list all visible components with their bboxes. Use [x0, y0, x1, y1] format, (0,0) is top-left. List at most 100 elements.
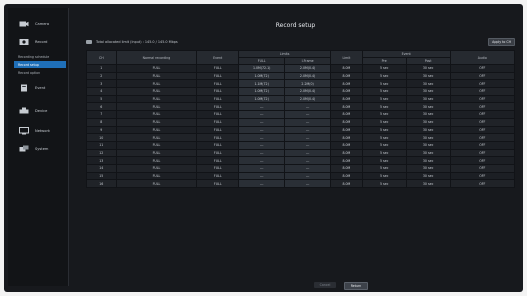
cell-limit[interactable]: 8.0M: [330, 179, 363, 188]
table-row[interactable]: 15 FULL FULL --- --- 8.0M 5 sec 30 sec OFF: [86, 171, 516, 181]
cell-pre[interactable]: 5 sec: [361, 133, 407, 142]
cell-full[interactable]: ---: [238, 117, 286, 127]
cell-limit[interactable]: 8.0M: [330, 156, 363, 165]
table-row[interactable]: 6 FULL FULL --- --- 8.0M 5 sec 30 sec OFF: [86, 102, 516, 112]
cell-normal[interactable]: FULL: [115, 64, 198, 73]
cell-post[interactable]: 30 sec: [405, 133, 451, 142]
cell-iframe[interactable]: ---: [284, 110, 332, 119]
cell-iframe[interactable]: 2.0M(0.4): [284, 94, 332, 104]
cell-pre[interactable]: 5 sec: [361, 94, 407, 104]
cell-full[interactable]: ---: [238, 148, 286, 158]
cell-limit[interactable]: 8.0M: [330, 163, 363, 173]
cell-iframe[interactable]: ---: [284, 117, 332, 127]
cell-pre[interactable]: 5 sec: [361, 179, 407, 188]
cell-audio[interactable]: OFF: [449, 94, 516, 104]
cell-limit[interactable]: 8.0M: [330, 64, 363, 73]
cell-full[interactable]: 1.1M(72): [238, 79, 286, 89]
table-row[interactable]: 10 FULL FULL --- --- 8.0M 5 sec 30 sec OFF: [86, 133, 516, 142]
cell-normal[interactable]: FULL: [115, 102, 198, 112]
cell-normal[interactable]: FULL: [115, 148, 198, 158]
cell-event[interactable]: FULL: [196, 125, 240, 135]
table-row[interactable]: 13 FULL FULL --- --- 8.0M 5 sec 30 sec OFF: [86, 156, 516, 165]
cell-iframe[interactable]: ---: [284, 163, 332, 173]
cell-post[interactable]: 30 sec: [405, 140, 451, 150]
cell-audio[interactable]: OFF: [449, 133, 516, 142]
cell-event[interactable]: FULL: [196, 148, 240, 158]
cell-pre[interactable]: 5 sec: [361, 87, 407, 96]
cell-full[interactable]: ---: [238, 125, 286, 135]
cell-audio[interactable]: OFF: [449, 87, 516, 96]
cell-iframe[interactable]: ---: [284, 102, 332, 112]
cell-post[interactable]: 30 sec: [405, 179, 451, 188]
cell-full[interactable]: 1.0M(72.1): [238, 64, 286, 73]
cell-pre[interactable]: 5 sec: [361, 102, 407, 112]
table-row[interactable]: 16 FULL FULL --- --- 8.0M 5 sec 30 sec OFF: [86, 179, 516, 188]
cell-audio[interactable]: OFF: [449, 179, 516, 188]
sidebar-item-device[interactable]: Device: [8, 103, 68, 119]
cell-event[interactable]: FULL: [196, 87, 240, 96]
cell-post[interactable]: 30 sec: [405, 102, 451, 112]
cell-iframe[interactable]: 2.0M(0.4): [284, 87, 332, 96]
cell-post[interactable]: 30 sec: [405, 148, 451, 158]
cell-post[interactable]: 30 sec: [405, 125, 451, 135]
cell-full[interactable]: 1.0M(72): [238, 94, 286, 104]
cell-iframe[interactable]: ---: [284, 148, 332, 158]
cell-full[interactable]: ---: [238, 110, 286, 119]
cell-post[interactable]: 30 sec: [405, 117, 451, 127]
cell-audio[interactable]: OFF: [449, 171, 516, 181]
cell-audio[interactable]: OFF: [449, 110, 516, 119]
cancel-button[interactable]: Cancel: [314, 282, 336, 288]
cell-audio[interactable]: OFF: [449, 64, 516, 73]
cell-limit[interactable]: 8.0M: [330, 148, 363, 158]
table-row[interactable]: 11 FULL FULL --- --- 8.0M 5 sec 30 sec OFF: [86, 140, 516, 150]
cell-event[interactable]: FULL: [196, 64, 240, 73]
sidebar-item-system[interactable]: System: [8, 141, 68, 157]
cell-limit[interactable]: 8.0M: [330, 171, 363, 181]
table-row[interactable]: 12 FULL FULL --- --- 8.0M 5 sec 30 sec OFF: [86, 148, 516, 158]
apply-to-ch-button[interactable]: Apply to CH: [488, 38, 515, 46]
table-row[interactable]: 14 FULL FULL --- --- 8.0M 5 sec 30 sec OFF: [86, 163, 516, 173]
cell-limit[interactable]: 8.0M: [330, 102, 363, 112]
cell-normal[interactable]: FULL: [115, 163, 198, 173]
cell-limit[interactable]: 8.0M: [330, 87, 363, 96]
cell-audio[interactable]: OFF: [449, 140, 516, 150]
cell-normal[interactable]: FULL: [115, 71, 198, 81]
cell-full[interactable]: ---: [238, 179, 286, 188]
cell-full[interactable]: 1.0M(72): [238, 71, 286, 81]
cell-full[interactable]: ---: [238, 133, 286, 142]
cell-iframe[interactable]: 2.0M(0.4): [284, 71, 332, 81]
cell-event[interactable]: FULL: [196, 117, 240, 127]
cell-limit[interactable]: 8.0M: [330, 110, 363, 119]
cell-normal[interactable]: FULL: [115, 179, 198, 188]
cell-event[interactable]: FULL: [196, 110, 240, 119]
table-row[interactable]: 5 FULL FULL 1.0M(72) 2.0M(0.4) 8.0M 5 sec 30 se…: [86, 94, 516, 104]
cell-audio[interactable]: OFF: [449, 102, 516, 112]
cell-iframe[interactable]: ---: [284, 125, 332, 135]
cell-limit[interactable]: 8.0M: [330, 133, 363, 142]
cell-limit[interactable]: 8.0M: [330, 117, 363, 127]
cell-pre[interactable]: 5 sec: [361, 171, 407, 181]
cell-full[interactable]: ---: [238, 140, 286, 150]
cell-normal[interactable]: FULL: [115, 133, 198, 142]
cell-audio[interactable]: OFF: [449, 117, 516, 127]
sidebar-item-camera[interactable]: Camera: [8, 16, 68, 32]
cell-pre[interactable]: 5 sec: [361, 79, 407, 89]
table-row[interactable]: 9 FULL FULL --- --- 8.0M 5 sec 30 sec OFF: [86, 125, 516, 135]
cell-full[interactable]: ---: [238, 171, 286, 181]
cell-normal[interactable]: FULL: [115, 94, 198, 104]
subitem-record-setup[interactable]: Record setup: [14, 61, 66, 68]
sidebar-item-event[interactable]: Event: [8, 80, 68, 96]
cell-pre[interactable]: 5 sec: [361, 110, 407, 119]
cell-normal[interactable]: FULL: [115, 79, 198, 89]
cell-limit[interactable]: 8.0M: [330, 94, 363, 104]
cell-event[interactable]: FULL: [196, 94, 240, 104]
cell-normal[interactable]: FULL: [115, 156, 198, 165]
cell-iframe[interactable]: ---: [284, 133, 332, 142]
cell-pre[interactable]: 5 sec: [361, 140, 407, 150]
cell-limit[interactable]: 8.0M: [330, 79, 363, 89]
cell-normal[interactable]: FULL: [115, 125, 198, 135]
cell-pre[interactable]: 5 sec: [361, 117, 407, 127]
cell-iframe[interactable]: ---: [284, 179, 332, 188]
cell-iframe[interactable]: 2.2M(0): [284, 79, 332, 89]
cell-post[interactable]: 30 sec: [405, 110, 451, 119]
